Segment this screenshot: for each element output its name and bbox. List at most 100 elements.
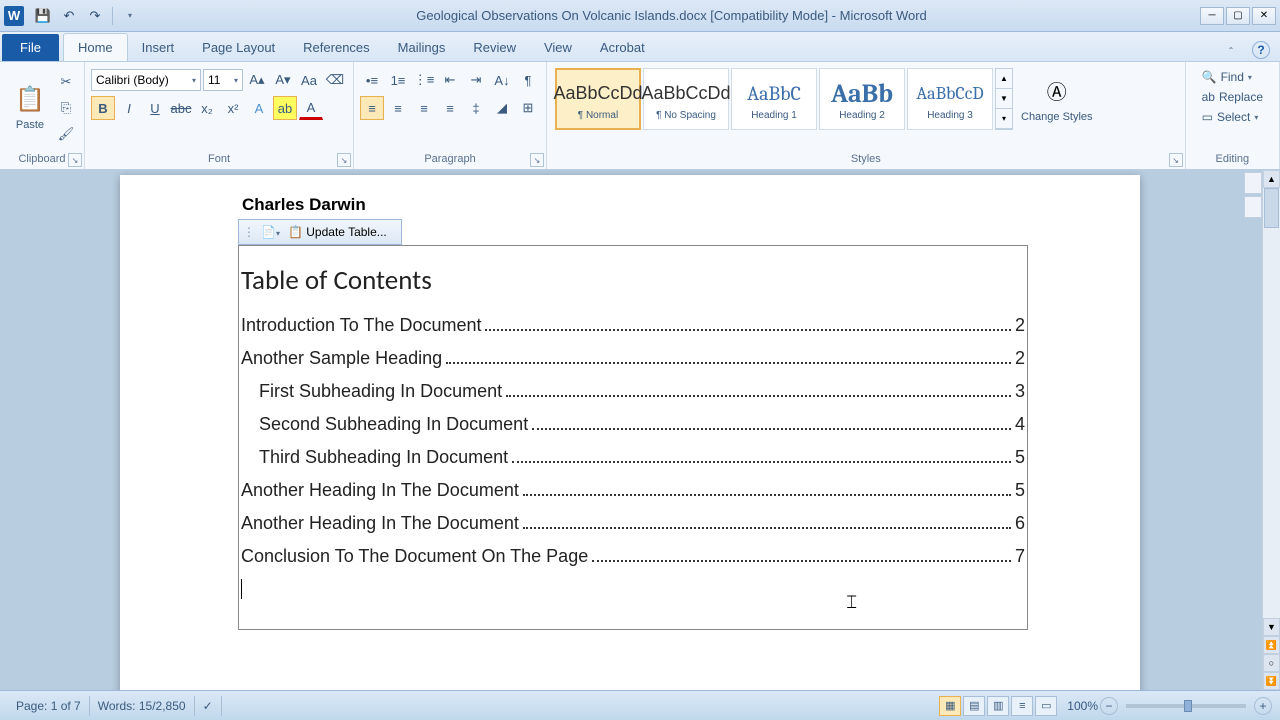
style-no-spacing[interactable]: AaBbCcDd ¶ No Spacing [643, 68, 729, 130]
web-layout-view[interactable]: ▥ [987, 696, 1009, 716]
paragraph-launcher[interactable]: ↘ [530, 153, 544, 167]
help-button[interactable]: ? [1252, 41, 1270, 59]
cut-button[interactable]: ✂ [54, 70, 78, 94]
zoom-thumb[interactable] [1184, 700, 1192, 712]
decrease-indent-button[interactable]: ⇤ [438, 68, 462, 92]
multilevel-list-button[interactable]: ⋮≡ [412, 68, 436, 92]
style-heading-2[interactable]: AaBb Heading 2 [819, 68, 905, 130]
style-heading-1[interactable]: AaBbC Heading 1 [731, 68, 817, 130]
tab-file[interactable]: File [2, 34, 59, 61]
tab-view[interactable]: View [530, 34, 586, 61]
zoom-out-button[interactable]: − [1100, 697, 1118, 715]
toolbar-handle[interactable]: ⋮ [243, 225, 255, 239]
borders-button[interactable]: ⊞ [516, 96, 540, 120]
subscript-button[interactable]: x₂ [195, 96, 219, 120]
change-case-button[interactable]: Aa [297, 68, 321, 92]
toc-entry[interactable]: Third Subheading In Document5 [241, 447, 1025, 468]
paste-button[interactable]: 📋 Paste [6, 66, 54, 148]
bullets-button[interactable]: •≡ [360, 68, 384, 92]
scroll-track[interactable] [1263, 188, 1280, 618]
style-heading-3[interactable]: AaBbCcD Heading 3 [907, 68, 993, 130]
bold-button[interactable]: B [91, 96, 115, 120]
tab-acrobat[interactable]: Acrobat [586, 34, 659, 61]
align-right-button[interactable]: ≡ [412, 96, 436, 120]
browse-object-button[interactable]: ○ [1263, 654, 1280, 672]
sort-button[interactable]: A↓ [490, 68, 514, 92]
font-name-combo[interactable]: Calibri (Body)▾ [91, 69, 201, 91]
minimize-ribbon-button[interactable]: ⌃ [1220, 39, 1242, 61]
tab-home[interactable]: Home [63, 33, 128, 61]
toc-entry[interactable]: Conclusion To The Document On The Page7 [241, 546, 1025, 567]
strikethrough-button[interactable]: abc [169, 96, 193, 120]
toc-entry[interactable]: Another Sample Heading2 [241, 348, 1025, 369]
grow-font-button[interactable]: A▴ [245, 68, 269, 92]
outline-view[interactable]: ≡ [1011, 696, 1033, 716]
line-spacing-button[interactable]: ‡ [464, 96, 488, 120]
replace-button[interactable]: abReplace [1198, 88, 1267, 106]
save-button[interactable]: 💾 [32, 5, 54, 27]
close-button[interactable]: ✕ [1252, 7, 1276, 25]
scroll-thumb[interactable] [1264, 188, 1279, 228]
page-container[interactable]: Charles Darwin ⋮ 📄▾ 📋 Update Table... Ta… [0, 170, 1262, 690]
toc-entry[interactable]: Another Heading In The Document6 [241, 513, 1025, 534]
highlight-button[interactable]: ab [273, 96, 297, 120]
superscript-button[interactable]: x² [221, 96, 245, 120]
underline-button[interactable]: U [143, 96, 167, 120]
toc-entry[interactable]: First Subheading In Document3 [241, 381, 1025, 402]
scroll-up-button[interactable]: ▲ [1263, 170, 1280, 188]
zoom-in-button[interactable]: + [1254, 697, 1272, 715]
align-left-button[interactable]: ≡ [360, 96, 384, 120]
print-layout-view[interactable]: ▦ [939, 696, 961, 716]
text-effects-button[interactable]: A [247, 96, 271, 120]
tab-mailings[interactable]: Mailings [384, 34, 460, 61]
align-center-button[interactable]: ≡ [386, 96, 410, 120]
toc-entry[interactable]: Another Heading In The Document5 [241, 480, 1025, 501]
styles-scroll-up[interactable]: ▲ [996, 69, 1012, 89]
tab-references[interactable]: References [289, 34, 383, 61]
update-table-button[interactable]: 📋 Update Table... [286, 225, 389, 239]
italic-button[interactable]: I [117, 96, 141, 120]
maximize-button[interactable]: ▢ [1226, 7, 1250, 25]
toc-entry[interactable]: Introduction To The Document2 [241, 315, 1025, 336]
zoom-level[interactable]: 100% [1067, 699, 1098, 713]
style-normal[interactable]: AaBbCcDd ¶ Normal [555, 68, 641, 130]
proofing-status[interactable]: ✓ [195, 696, 222, 716]
font-color-button[interactable]: A [299, 96, 323, 120]
table-of-contents[interactable]: Table of Contents Introduction To The Do… [238, 245, 1028, 630]
browse-prev-button[interactable]: ⏫ [1263, 636, 1280, 654]
tab-insert[interactable]: Insert [128, 34, 189, 61]
redo-button[interactable]: ↷ [84, 5, 106, 27]
font-size-combo[interactable]: 11▾ [203, 69, 243, 91]
shrink-font-button[interactable]: A▾ [271, 68, 295, 92]
justify-button[interactable]: ≡ [438, 96, 462, 120]
shading-button[interactable]: ◢ [490, 96, 514, 120]
styles-launcher[interactable]: ↘ [1169, 153, 1183, 167]
increase-indent-button[interactable]: ⇥ [464, 68, 488, 92]
draft-view[interactable]: ▭ [1035, 696, 1057, 716]
browse-next-button[interactable]: ⏬ [1263, 672, 1280, 690]
minimize-button[interactable]: ─ [1200, 7, 1224, 25]
word-count[interactable]: Words: 15/2,850 [90, 696, 195, 716]
toc-entry[interactable]: Second Subheading In Document4 [241, 414, 1025, 435]
numbering-button[interactable]: 1≡ [386, 68, 410, 92]
show-marks-button[interactable]: ¶ [516, 68, 540, 92]
zoom-slider[interactable] [1126, 704, 1246, 708]
styles-scroll-down[interactable]: ▼ [996, 89, 1012, 109]
copy-button[interactable]: ⎘ [54, 96, 78, 120]
document-page[interactable]: Charles Darwin ⋮ 📄▾ 📋 Update Table... Ta… [120, 175, 1140, 690]
scroll-down-button[interactable]: ▼ [1263, 618, 1280, 636]
toc-menu-button[interactable]: 📄▾ [259, 225, 282, 239]
page-status[interactable]: Page: 1 of 7 [8, 696, 90, 716]
tab-review[interactable]: Review [459, 34, 530, 61]
full-screen-view[interactable]: ▤ [963, 696, 985, 716]
change-styles-button[interactable]: Ⓐ Change Styles [1013, 66, 1101, 132]
styles-more[interactable]: ▾ [996, 109, 1012, 129]
find-button[interactable]: 🔍Find ▾ [1198, 68, 1267, 86]
undo-button[interactable]: ↶ [58, 5, 80, 27]
clear-formatting-button[interactable]: ⌫ [323, 68, 347, 92]
font-launcher[interactable]: ↘ [337, 153, 351, 167]
format-painter-button[interactable]: 🖌 [54, 122, 78, 146]
clipboard-launcher[interactable]: ↘ [68, 153, 82, 167]
tab-page-layout[interactable]: Page Layout [188, 34, 289, 61]
side-tab-1[interactable] [1244, 172, 1262, 194]
